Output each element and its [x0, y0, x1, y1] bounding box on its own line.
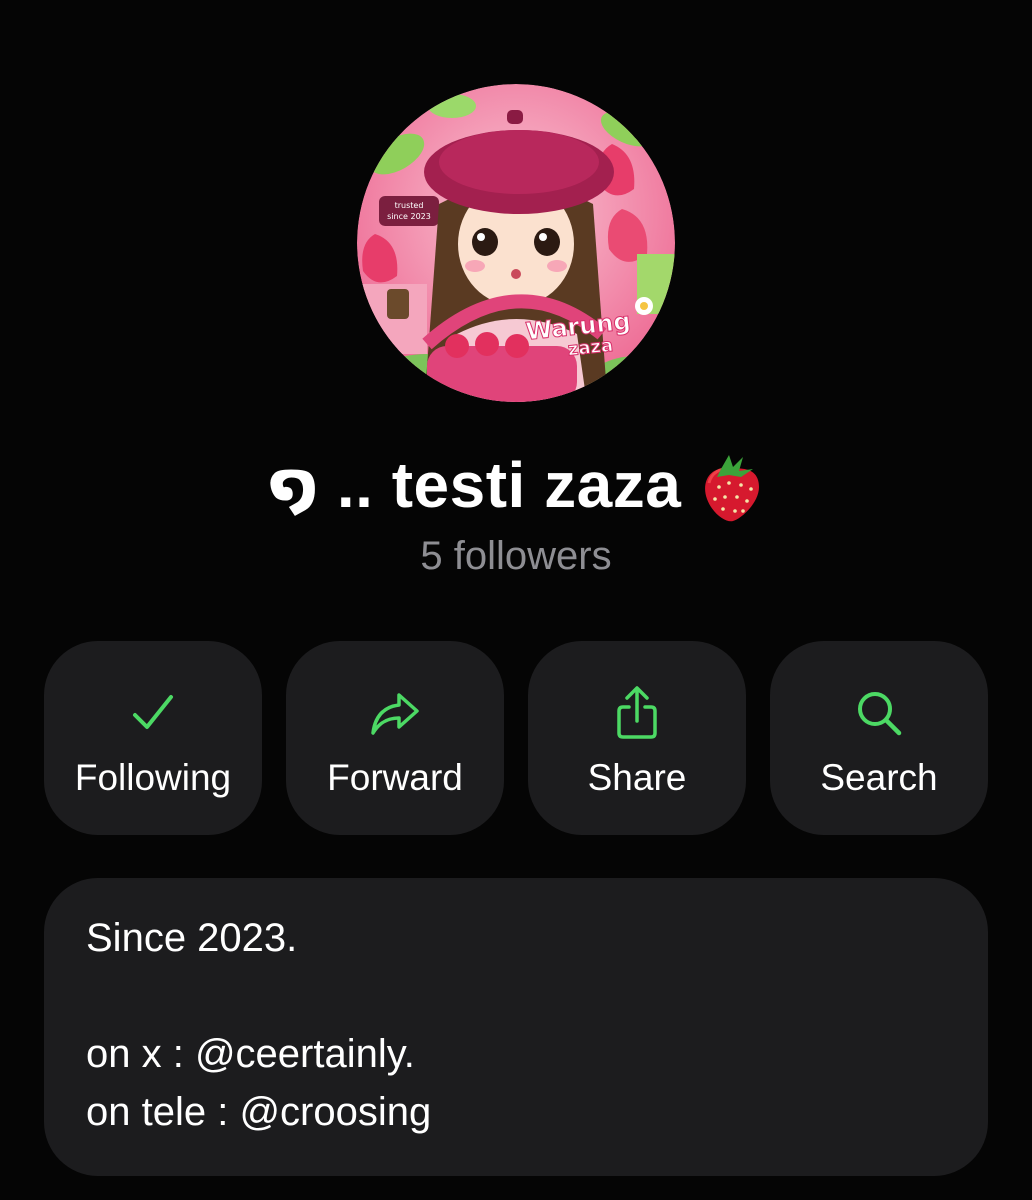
check-icon [133, 695, 173, 729]
profile-name: ໑ .. testi zaza [268, 448, 682, 521]
forward-label: Forward [327, 757, 463, 798]
strawberry-icon [705, 455, 760, 522]
bio-since: Since 2023. [86, 916, 298, 960]
search-label: Search [820, 757, 938, 798]
following-button[interactable]: Following [44, 641, 262, 835]
profile-name-row: ໑ .. testi zaza [0, 440, 1032, 530]
svg-text:trusted: trusted [395, 201, 424, 210]
followers-count: 5 followers [420, 534, 612, 578]
avatar-illustration: trusted since 2023 Warung zaza [357, 84, 675, 402]
search-button[interactable]: Search [770, 641, 988, 835]
forward-button[interactable]: Forward [286, 641, 504, 835]
share-button[interactable]: Share [528, 641, 746, 835]
svg-text:since 2023: since 2023 [387, 212, 431, 221]
forward-arrow-icon [371, 693, 419, 735]
share-label: Share [587, 757, 687, 798]
share-icon [617, 686, 657, 739]
following-label: Following [74, 757, 232, 798]
profile-avatar[interactable]: trusted since 2023 Warung zaza [357, 84, 675, 402]
action-bar: Following Forward Share Search [44, 641, 988, 835]
search-icon [858, 692, 902, 736]
bio-x-handle[interactable]: on x : @ceertainly. [86, 1032, 415, 1077]
bio-card: Since 2023. on x : @ceertainly. on tele … [44, 878, 988, 1176]
bio-tele-handle[interactable]: on tele : @croosing [86, 1090, 431, 1135]
